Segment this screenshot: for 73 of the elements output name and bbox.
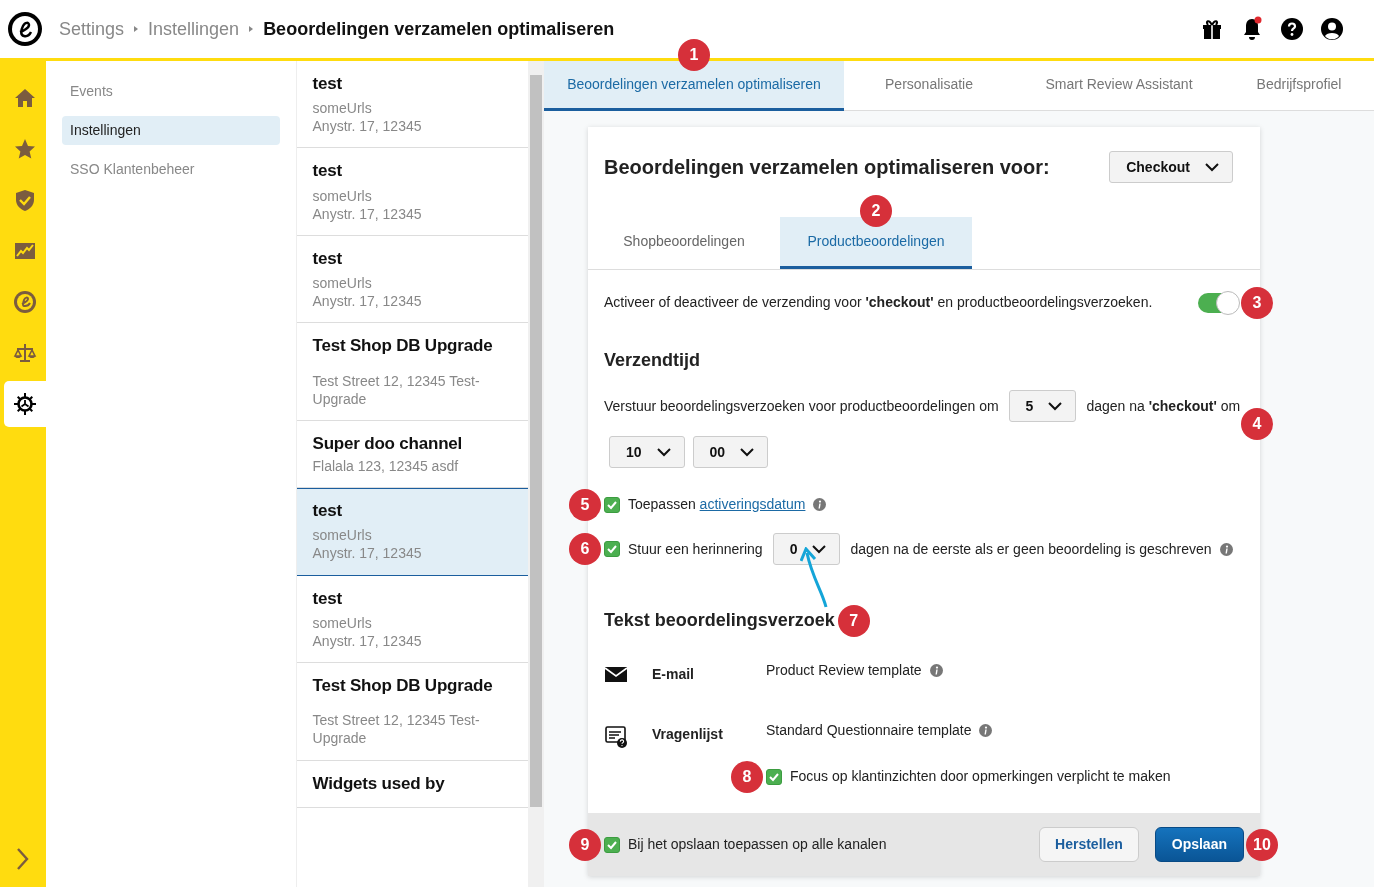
- tab[interactable]: Smart Review Assistant: [1014, 61, 1224, 111]
- callout-badge: 2: [860, 195, 892, 227]
- questionnaire-icon: [604, 724, 628, 748]
- channel-type-label: E-mail: [652, 666, 694, 682]
- chevron-icon: [1047, 399, 1064, 413]
- toggle-description: Activeer of deactiveer de verzending voor 'checkout' en productbeoordelingsverzoeken.: [604, 293, 1153, 312]
- hour-select[interactable]: 10: [609, 436, 685, 468]
- chevron-icon: [739, 445, 756, 459]
- callout-badge: 1: [678, 39, 710, 71]
- shield-check-icon[interactable]: [13, 188, 37, 212]
- channel-item[interactable]: test someUrls Anystr. 17, 12345: [296, 488, 529, 576]
- checkbox-label: Toepassen: [628, 496, 696, 512]
- checkbox-label: Stuur een herinnering: [628, 539, 763, 559]
- help-icon[interactable]: [1280, 17, 1304, 41]
- star-icon[interactable]: [13, 137, 37, 161]
- template-name: Standard Questionnaire template: [766, 721, 972, 740]
- tab[interactable]: Bedrijfsprofiel: [1224, 61, 1374, 111]
- home-icon[interactable]: [13, 86, 37, 110]
- checkbox[interactable]: [766, 768, 782, 785]
- tab[interactable]: Shopbeoordelingen: [588, 217, 780, 269]
- checkbox[interactable]: [604, 496, 620, 513]
- reminder-days-select[interactable]: 0: [772, 533, 841, 565]
- callout-badge: 8: [731, 760, 763, 793]
- timing-text: dagen na 'checkout' om: [1086, 396, 1241, 416]
- submenu-item[interactable]: SSO Klantenbeheer: [62, 155, 280, 184]
- settings-icon[interactable]: [13, 392, 37, 416]
- user-icon[interactable]: [1320, 17, 1344, 41]
- tab[interactable]: Personalisatie: [844, 61, 1014, 111]
- section-heading: Verzendtijd: [604, 349, 702, 372]
- checkbox-label: Bij het opslaan toepassen op alle kanalen: [628, 835, 887, 854]
- checkbox[interactable]: [604, 836, 620, 853]
- template-name: Product Review template: [766, 661, 922, 680]
- submenu-item[interactable]: Instellingen: [62, 116, 280, 145]
- scales-icon[interactable]: [13, 341, 37, 365]
- submenu-item[interactable]: Events: [62, 77, 280, 106]
- info-icon: [1219, 542, 1233, 556]
- scrollbar-thumb[interactable]: [530, 75, 542, 807]
- event-select[interactable]: Checkout: [1109, 151, 1233, 183]
- callout-arrow: [800, 547, 830, 609]
- logo-icon[interactable]: [7, 11, 43, 47]
- callout-badge: 6: [569, 533, 601, 565]
- chevron-icon: [1204, 160, 1220, 174]
- panel-title: Beoordelingen verzamelen optimaliseren voor:: [604, 155, 1050, 180]
- timing-text: Verstuur beoordelingsverzoeken voor productbeoordelingen om: [604, 396, 999, 416]
- checkbox[interactable]: [604, 541, 620, 557]
- days-select[interactable]: 5: [1008, 390, 1077, 422]
- channel-type-label: Vragenlijst: [652, 726, 723, 742]
- tab[interactable]: Productbeoordelingen: [780, 217, 972, 269]
- chevron-icon: [655, 445, 672, 459]
- gift-icon[interactable]: [1200, 17, 1224, 41]
- breadcrumb-item[interactable]: Settings: [59, 15, 125, 43]
- breadcrumb-item: Beoordelingen verzamelen optimaliseren: [263, 17, 615, 41]
- activation-date-link[interactable]: activeringsdatum: [699, 496, 806, 512]
- callout-badge: 3: [1241, 286, 1273, 319]
- reminder-text: dagen na de eerste als er geen beoordeling is geschreven: [850, 539, 1212, 559]
- callout-badge: 9: [569, 828, 601, 861]
- callout-badge: 4: [1241, 408, 1273, 440]
- callout-badge: 10: [1246, 828, 1278, 861]
- info-icon: [813, 498, 827, 511]
- checkbox-label: Focus op klantinzichten door opmerkingen verplicht te maken: [790, 767, 1171, 786]
- rail-tab[interactable]: [4, 381, 46, 427]
- toggle-switch[interactable]: [1198, 292, 1238, 313]
- scrollbar[interactable]: [528, 61, 544, 887]
- chevron-icon: [811, 542, 828, 556]
- callout-badge: 5: [569, 488, 601, 521]
- expand-icon[interactable]: [16, 847, 30, 871]
- info-icon: [979, 724, 993, 737]
- breadcrumb-item[interactable]: Instellingen: [148, 15, 240, 43]
- reset-button[interactable]: Herstellen: [1039, 827, 1139, 862]
- callout-badge: 7: [837, 604, 870, 637]
- tab[interactable]: Beoordelingen verzamelen optimaliseren: [544, 61, 844, 111]
- info-icon: [929, 664, 943, 677]
- minute-select[interactable]: 00: [692, 436, 769, 468]
